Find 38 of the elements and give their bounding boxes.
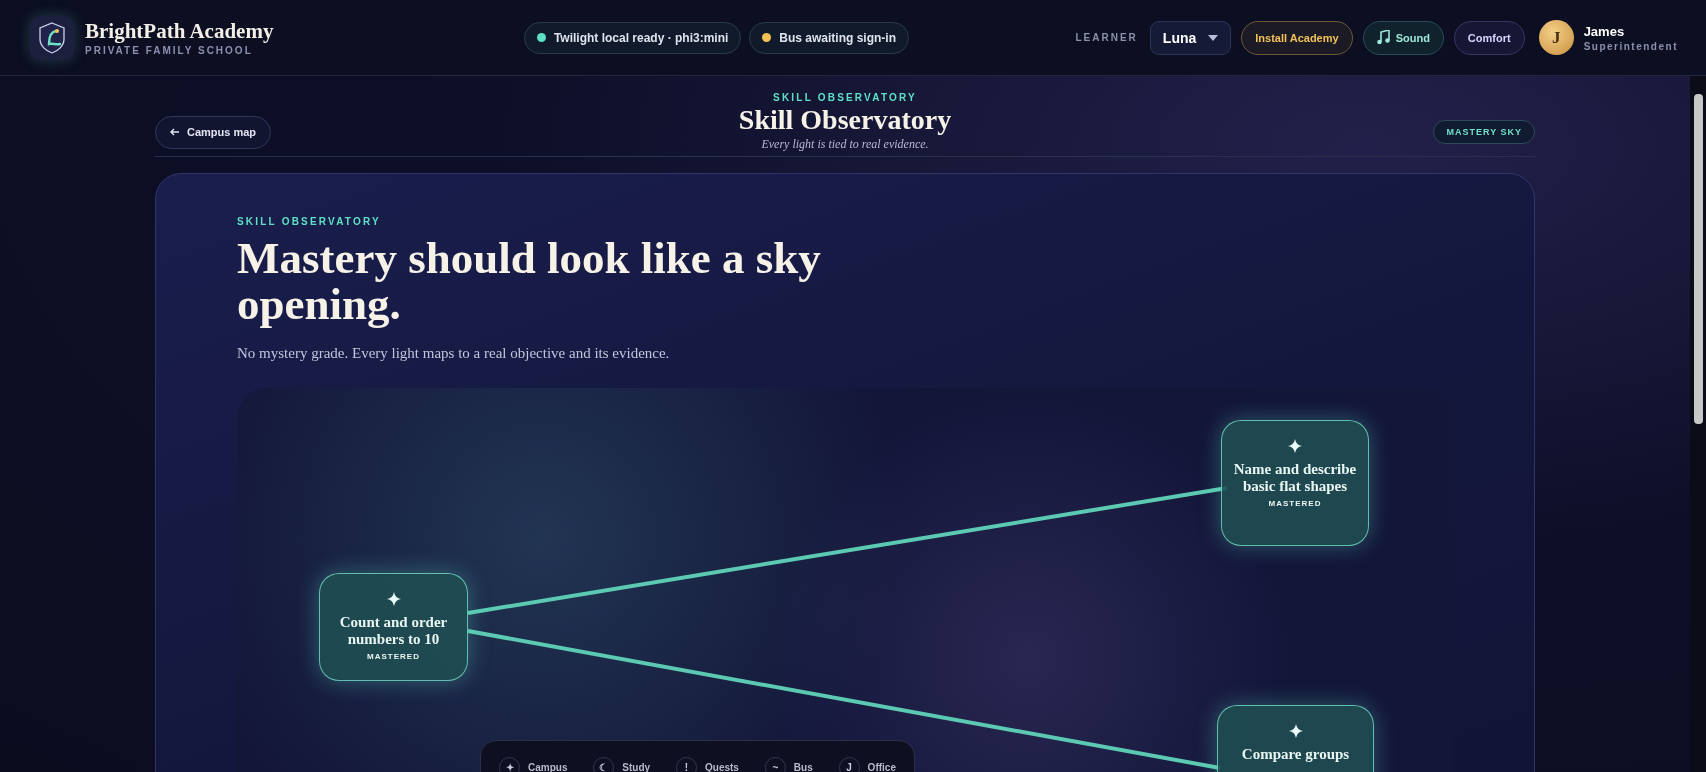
caret-icon [1208, 34, 1219, 41]
page-title: Skill Observatory [738, 104, 952, 136]
brand-subtitle: PRIVATE FAMILY SCHOOL [85, 45, 254, 56]
skill-status: MASTERED [1268, 499, 1322, 508]
status-text: Bus awaiting sign-in [779, 30, 896, 45]
hero-title: Mastery should look like a sky opening. [237, 235, 822, 327]
user-role: Superintendent [1583, 40, 1678, 52]
user-avatar[interactable]: J [1538, 20, 1574, 55]
user-name: James [1583, 23, 1626, 39]
learner-select[interactable]: Luna [1149, 20, 1232, 55]
skill-node[interactable]: Count and order numbers to 10 MASTERED [319, 573, 468, 681]
sound-button[interactable]: Sound [1362, 20, 1444, 55]
sparkle-icon [1288, 724, 1303, 738]
skill-node[interactable]: Compare groups [1217, 705, 1374, 772]
scrollbar[interactable] [1690, 76, 1706, 772]
music-note-icon [1376, 30, 1390, 45]
brand-name: BrightPath Academy [85, 19, 274, 44]
skill-title: Count and order numbers to 10 [338, 614, 449, 648]
skill-title: Compare groups [1241, 746, 1350, 763]
skill-status: MASTERED [367, 652, 420, 661]
learner-label: LEARNER [1075, 32, 1138, 43]
mode-badge: MASTERY SKY [1433, 120, 1535, 144]
page-subtitle: Every light is tied to real evidence. [761, 137, 929, 152]
comfort-button[interactable]: Comfort [1453, 20, 1525, 55]
skill-title: Name and describe basic flat shapes [1232, 461, 1358, 495]
shield-logo-icon [30, 15, 74, 60]
hero-description: No mystery grade. Every light maps to a real objective and its evidence. [237, 345, 671, 362]
sparkle-icon [1288, 439, 1302, 453]
install-button[interactable]: Install Academy [1241, 20, 1353, 55]
dock-item[interactable]: J Office [838, 757, 896, 772]
page-eyebrow: SKILL OBSERVATORY [773, 92, 917, 103]
skill-node[interactable]: Name and describe basic flat shapes MASTERED [1221, 420, 1369, 546]
dock-item[interactable]: ~ Bus [764, 757, 813, 772]
sparkle-icon [386, 592, 401, 606]
arrow-left-icon [170, 128, 179, 136]
back-link[interactable]: Campus map [155, 115, 272, 149]
section-eyebrow: SKILL OBSERVATORY [237, 216, 382, 227]
status-text: Twilight local ready · phi3:mini [553, 30, 729, 45]
